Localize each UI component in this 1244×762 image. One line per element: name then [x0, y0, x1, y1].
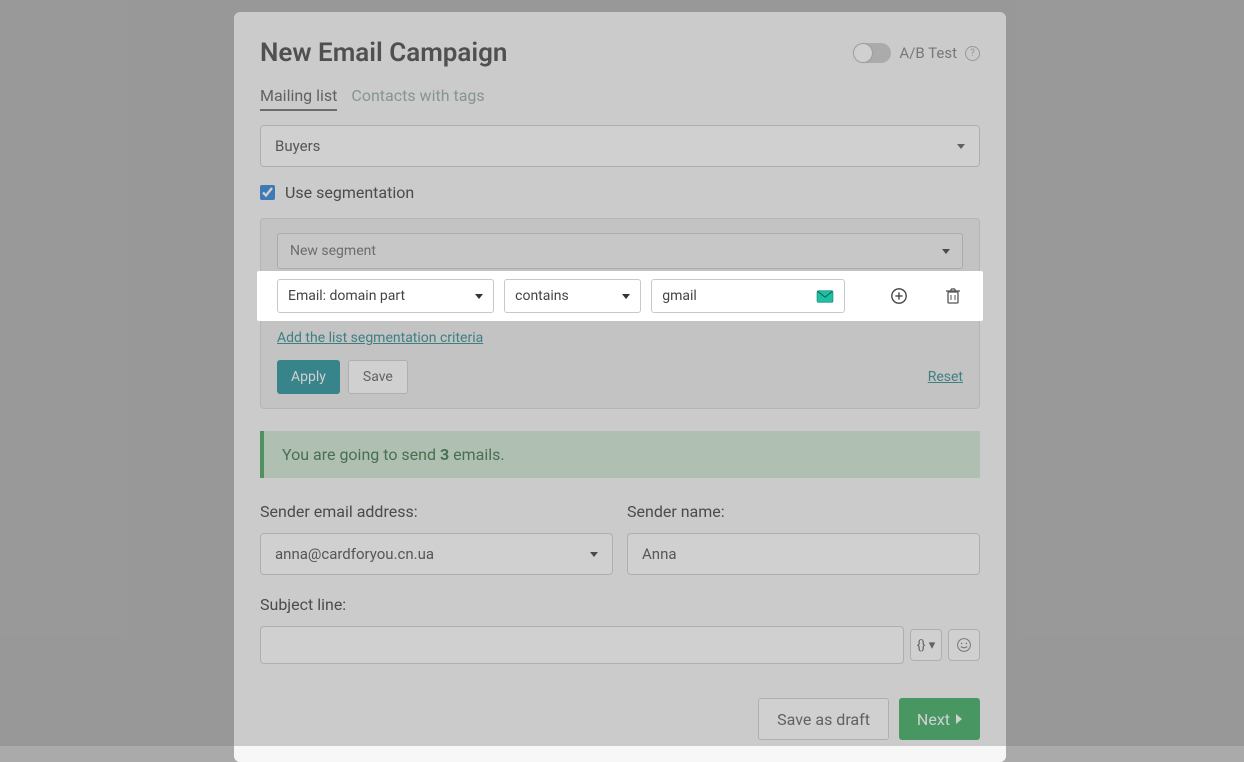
segment-select-value: New segment — [290, 243, 376, 259]
sender-name-input[interactable] — [627, 533, 980, 575]
page-title: New Email Campaign — [260, 38, 507, 68]
notice-prefix: You are going to send — [282, 445, 440, 464]
sender-row: Sender email address: anna@cardforyou.cn… — [260, 502, 980, 575]
criteria-highlight: Email: domain part contains gmail — [257, 271, 983, 321]
ab-test-control: A/B Test ? — [853, 43, 980, 63]
sender-email-label: Sender email address: — [260, 502, 613, 521]
chevron-down-icon — [475, 294, 483, 299]
add-criteria-link[interactable]: Add the list segmentation criteria — [277, 330, 483, 346]
save-button[interactable]: Save — [348, 360, 408, 394]
mailing-list-select[interactable]: Buyers — [260, 125, 980, 167]
send-count-notice: You are going to send 3 emails. — [260, 431, 980, 478]
tabs: Mailing list Contacts with tags — [260, 86, 980, 111]
sender-email-value: anna@cardforyou.cn.ua — [275, 545, 434, 563]
sender-name-label: Sender name: — [627, 502, 980, 521]
criteria-operator-select[interactable]: contains — [504, 279, 641, 313]
sender-email-select[interactable]: anna@cardforyou.cn.ua — [260, 533, 613, 575]
campaign-panel: New Email Campaign A/B Test ? Mailing li… — [234, 12, 1006, 762]
trash-icon — [945, 287, 961, 305]
reset-link[interactable]: Reset — [928, 369, 963, 385]
help-icon[interactable]: ? — [965, 46, 980, 61]
use-segmentation-row: Use segmentation — [260, 183, 980, 202]
chevron-down-icon — [942, 249, 950, 254]
use-segmentation-checkbox[interactable] — [260, 185, 275, 200]
segmentation-actions: Apply Save Reset — [277, 360, 963, 394]
mailing-list-value: Buyers — [275, 137, 320, 155]
segmentation-box: New segment Email: domain part contains … — [260, 218, 980, 409]
criteria-operator-value: contains — [515, 288, 569, 304]
plus-circle-icon — [890, 287, 908, 305]
criteria-field-select[interactable]: Email: domain part — [277, 279, 494, 313]
insert-variable-button[interactable]: {} ▾ — [910, 629, 942, 661]
chevron-down-icon — [622, 294, 630, 299]
apply-button[interactable]: Apply — [277, 360, 340, 394]
sender-email-col: Sender email address: anna@cardforyou.cn… — [260, 502, 613, 575]
use-segmentation-label: Use segmentation — [285, 183, 414, 202]
subject-label: Subject line: — [260, 595, 980, 614]
tab-mailing-list[interactable]: Mailing list — [260, 86, 337, 111]
subject-section: Subject line: {} ▾ — [260, 595, 980, 664]
subject-input[interactable] — [260, 626, 904, 664]
envelope-icon — [816, 290, 834, 303]
criteria-row: Email: domain part contains gmail — [277, 279, 963, 313]
footer-actions: Save as draft Next — [260, 698, 980, 740]
ab-test-toggle[interactable] — [853, 43, 891, 63]
next-label: Next — [917, 710, 950, 729]
chevron-right-icon — [956, 714, 962, 724]
emoji-button[interactable] — [948, 629, 980, 661]
next-button[interactable]: Next — [899, 698, 980, 740]
segment-select[interactable]: New segment — [277, 233, 963, 269]
criteria-value-text: gmail — [662, 288, 697, 304]
notice-count: 3 — [440, 445, 449, 464]
subject-row: {} ▾ — [260, 626, 980, 664]
delete-criteria-icon[interactable] — [944, 286, 964, 306]
criteria-field-value: Email: domain part — [288, 288, 405, 304]
chevron-down-icon — [957, 144, 965, 149]
tab-contacts-with-tags[interactable]: Contacts with tags — [351, 86, 484, 111]
ab-test-label: A/B Test — [899, 44, 957, 62]
save-draft-button[interactable]: Save as draft — [758, 698, 889, 740]
notice-suffix: emails. — [449, 445, 504, 464]
criteria-value-input[interactable]: gmail — [651, 279, 845, 313]
emoji-icon — [956, 637, 972, 653]
add-criteria-icon[interactable] — [889, 286, 909, 306]
chevron-down-icon — [590, 552, 598, 557]
header: New Email Campaign A/B Test ? — [260, 38, 980, 68]
sender-name-col: Sender name: — [627, 502, 980, 575]
